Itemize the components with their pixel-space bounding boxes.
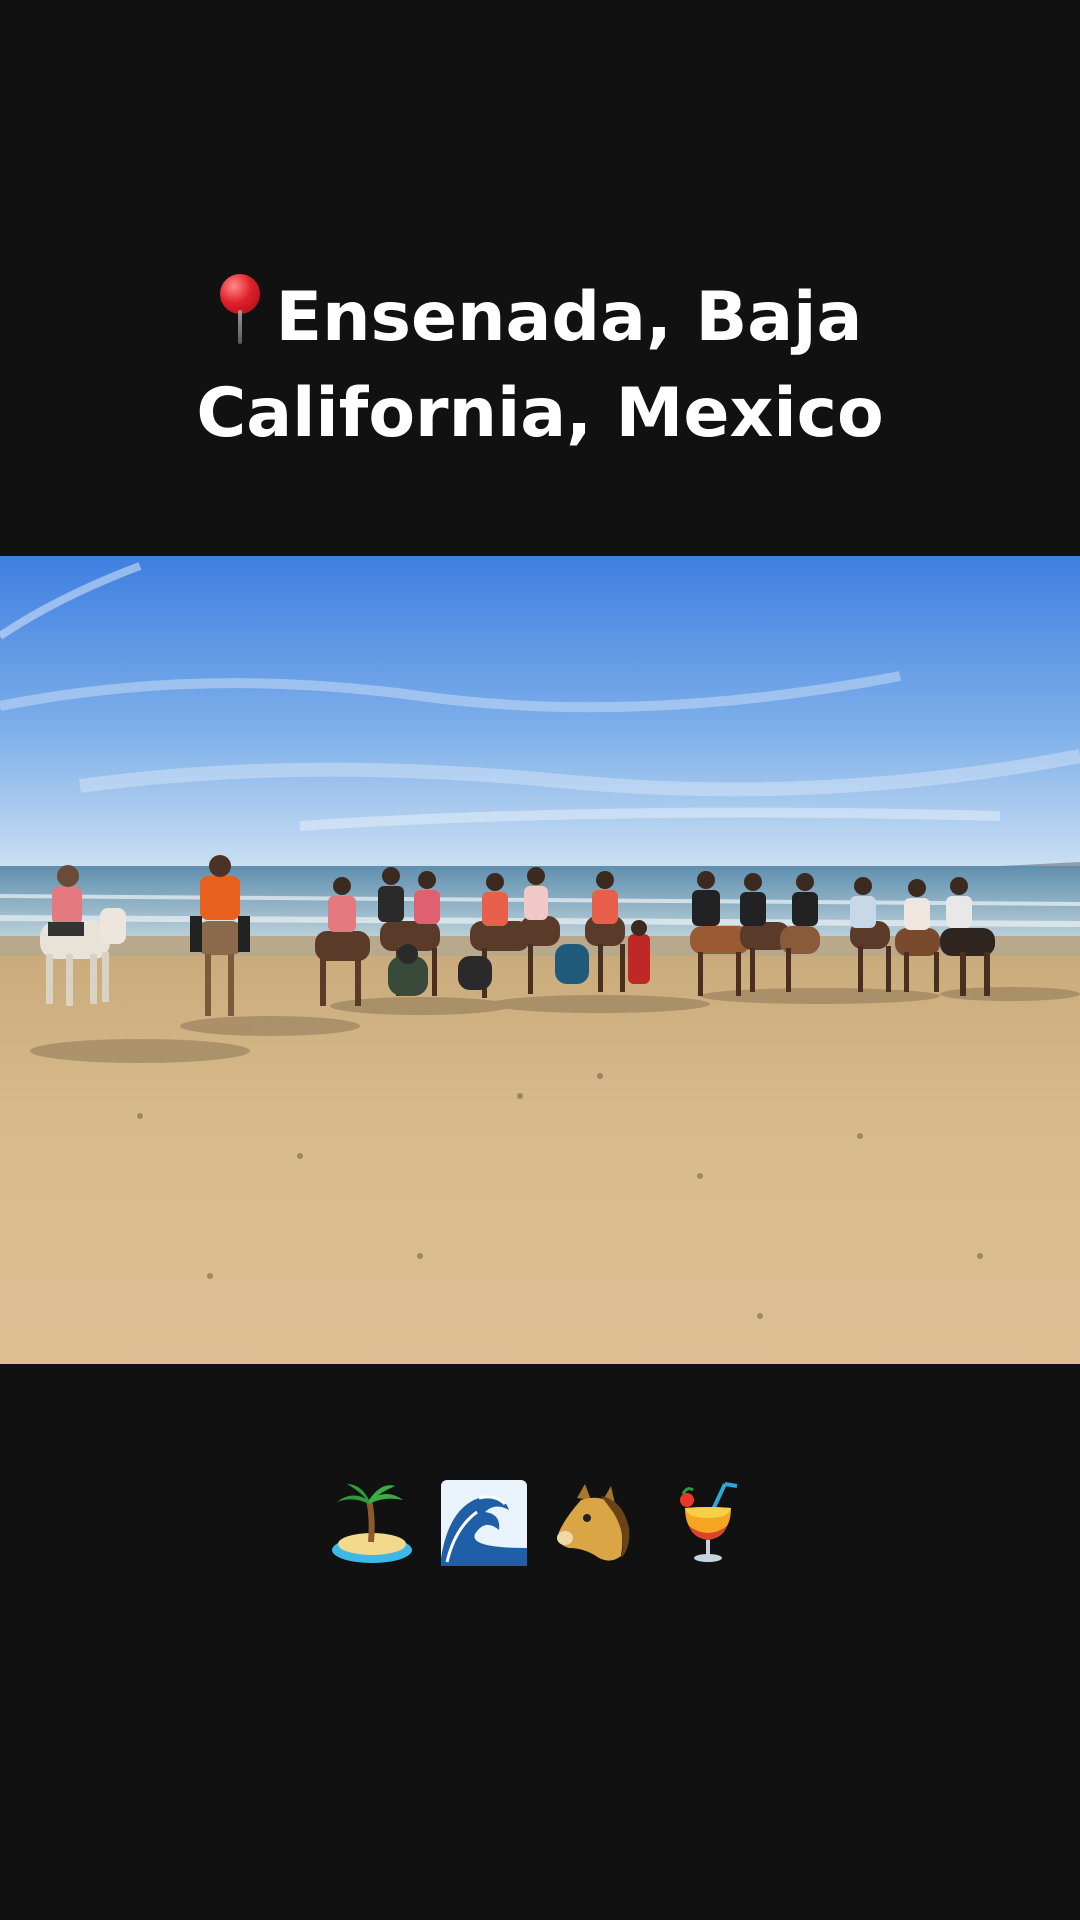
desert-island-icon [332, 1484, 412, 1563]
horse-face-icon [557, 1484, 630, 1561]
caption-text-1: Ensenada, Baja [275, 278, 863, 357]
tropical-drink-icon [680, 1482, 738, 1562]
caption-line-1: Ensenada, Baja [0, 270, 1080, 366]
story-page: Ensenada, Baja California, Mexico [0, 0, 1080, 1920]
water-wave-icon [441, 1480, 527, 1566]
caption-line-2: California, Mexico [196, 374, 884, 453]
location-caption: Ensenada, Baja California, Mexico [0, 270, 1080, 462]
beach-photo [0, 556, 1080, 1364]
emoji-row [0, 1478, 1080, 1568]
round-pushpin-icon [218, 270, 262, 346]
